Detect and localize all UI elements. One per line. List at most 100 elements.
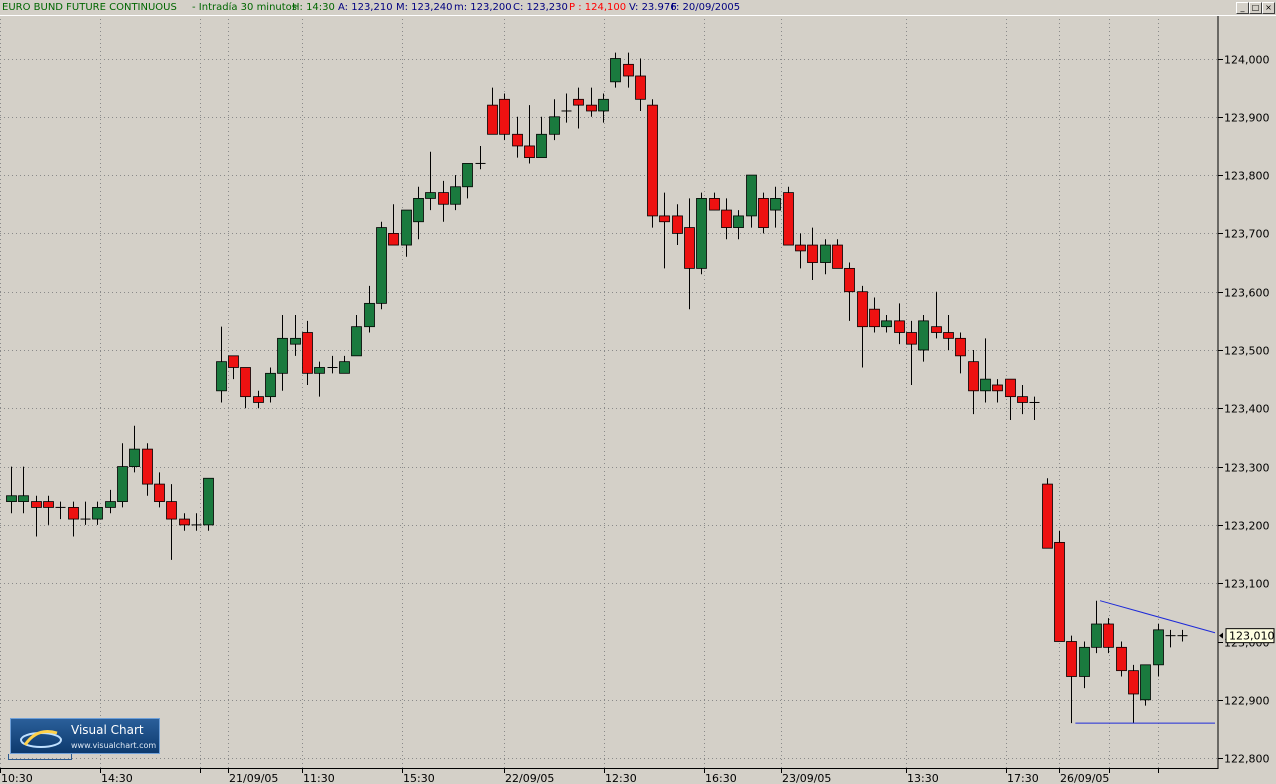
y-tick-label: 123,700 [1224,228,1270,241]
candle-down [783,192,794,246]
timeframe-label: - Intradía 30 minutos [192,2,298,13]
candle-down [906,332,917,345]
candle-down [43,501,54,508]
candle-down [1054,541,1065,642]
candle-down [524,145,535,159]
x-tick-label: 22/09/05 [505,772,554,784]
candle-down [709,198,720,211]
candle-up [364,302,375,328]
candle-up [1091,623,1102,648]
x-tick-label: 15:30 [403,772,435,784]
candle-down [623,63,634,77]
candle-down [1066,641,1077,677]
candle-down [179,518,190,526]
candle-down [512,133,523,147]
candle-up [881,320,892,328]
candle-down [635,75,646,100]
candle-up [1153,629,1164,666]
candle-down [807,244,818,263]
x-tick-label: 21/09/05 [229,772,278,784]
x-tick-label: 14:30 [101,772,133,784]
candle-down [968,361,979,392]
candle-up [129,448,140,467]
candle-up [265,372,276,398]
candle-down [586,104,597,112]
y-tick-label: 123,800 [1224,170,1270,183]
logo-url: www.visualchart.com [71,741,157,750]
candle-down [438,192,449,205]
candle-up [413,198,424,223]
candle-down [1042,483,1053,549]
candle-up [450,186,461,205]
candle-up [105,501,116,508]
minimize-button[interactable]: _ [1236,2,1249,14]
y-tick-label: 122,800 [1224,753,1270,766]
candle-down [1128,670,1139,695]
candle-down [931,326,942,333]
candle-down [1103,623,1114,648]
maximize-button[interactable]: □ [1249,2,1262,14]
y-tick-label: 123,300 [1224,462,1270,475]
candle-down [253,396,264,403]
x-tick-label: 26/09/05 [1060,772,1109,784]
y-axis: 124,000 123,900 123,800 123,700 123,600 123,5… [1217,15,1270,769]
plot-area [0,15,1218,769]
candle-up [314,367,325,374]
x-tick-label: 23/09/05 [782,772,831,784]
candle-up [536,133,547,159]
candle-up [290,337,301,345]
last-price-marker: 123,010 [1219,628,1275,644]
candle-down [758,198,769,228]
candle-up [770,198,781,211]
logo-swoosh-icon [20,730,62,748]
x-tick-label: 10:30 [1,772,33,784]
candle-up [980,378,991,392]
candle-up [462,163,473,188]
logo-frame [8,754,72,760]
y-tick-label: 123,600 [1224,287,1270,300]
last-price-arrow-icon [1219,632,1223,639]
candle-down [647,104,658,217]
logo-name: Visual Chart [71,723,144,737]
candle-down [659,215,670,223]
close-button[interactable]: × [1262,2,1275,14]
candle-up [746,174,757,217]
candle-up [918,320,929,351]
candle-down [721,209,732,228]
candle-up [549,116,560,135]
candle-down [844,267,855,293]
candle-down [487,104,498,135]
candle-down [68,507,79,520]
x-tick-label: 12:30 [605,772,637,784]
candle-up [18,495,29,502]
candle-up [610,58,621,83]
candle-up [598,98,609,112]
candle-down [1005,378,1016,398]
candle-down [992,384,1003,392]
candle-down [228,355,239,368]
candle-down [573,98,584,106]
candle-down [672,215,683,234]
x-tick-label: 17:30 [1007,772,1039,784]
candle-up [820,244,831,263]
candle-down [31,501,42,508]
y-tick-label: 123,200 [1224,520,1270,533]
candle-up [203,477,214,526]
candle-up [277,337,288,374]
candle-up [1140,664,1151,701]
y-tick-label: 123,900 [1224,112,1270,125]
visualchart-logo[interactable]: Visual Chart www.visualchart.com [10,718,160,754]
stat-2: M: 123,240 [396,2,453,13]
candle-down [857,291,868,328]
candle-up [92,507,103,520]
stat-5: P : 124,100 [569,2,627,13]
price-chart[interactable]: 124,000 123,900 123,800 123,700 123,600 123,5… [0,0,1276,784]
candle-up [376,227,387,304]
stat-7: F: 20/09/2005 [671,2,741,13]
candle-up [216,361,227,392]
y-tick-label: 123,500 [1224,345,1270,358]
candle-up [351,326,362,357]
stat-4: C: 123,230 [513,2,568,13]
candle-up [1079,646,1090,677]
stat-1: A: 123,210 [338,2,393,13]
